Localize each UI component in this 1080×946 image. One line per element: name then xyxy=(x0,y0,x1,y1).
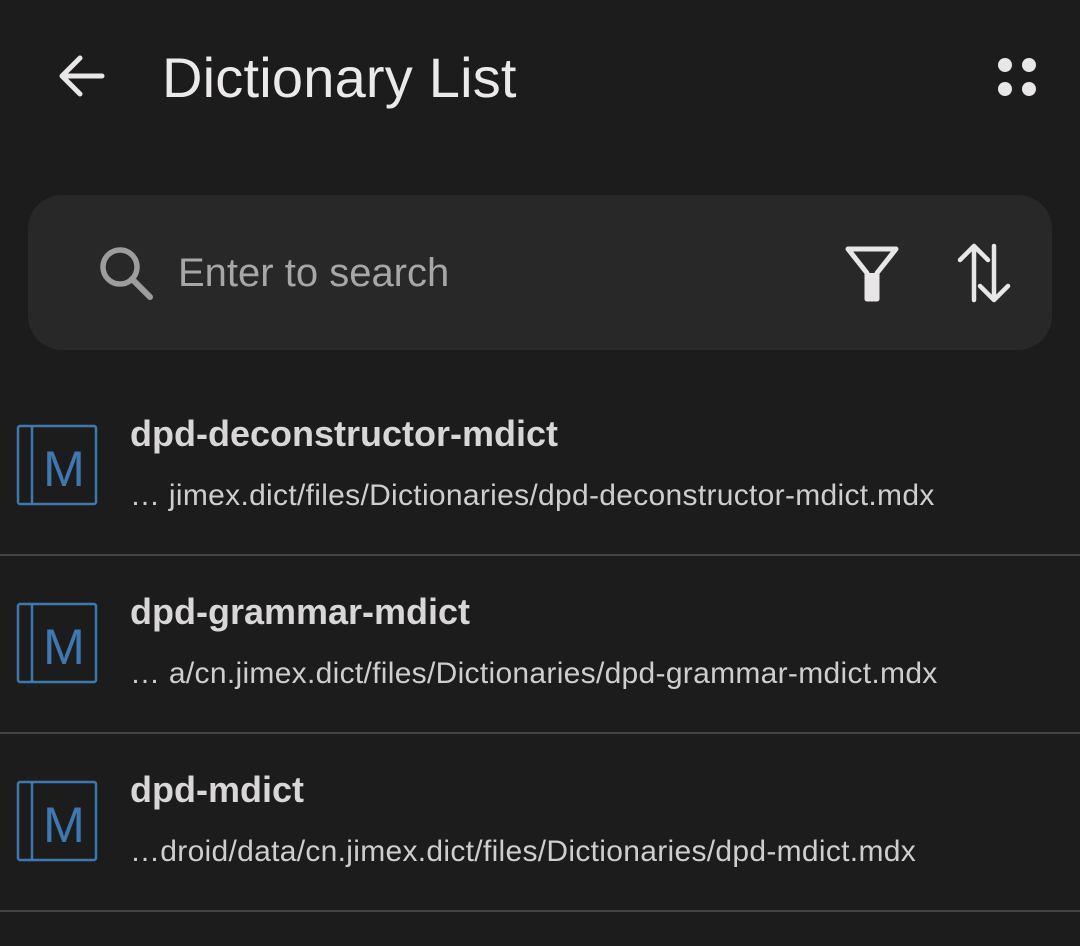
sort-arrows-icon xyxy=(957,243,1011,303)
svg-text:M: M xyxy=(43,619,85,675)
dictionary-list-screen: Dictionary List Enter to search M dpd-de… xyxy=(0,0,1080,946)
dictionary-path: … jimex.dict/files/Dictionaries/dpd-deco… xyxy=(130,479,935,512)
four-dots-icon xyxy=(998,58,1036,96)
sort-button[interactable] xyxy=(942,231,1026,315)
list-item[interactable]: M dpd-grammar-mdict … a/cn.jimex.dict/fi… xyxy=(0,556,1080,734)
dictionary-path: … a/cn.jimex.dict/files/Dictionaries/dpd… xyxy=(130,657,938,690)
list-item[interactable]: M dpd-deconstructor-mdict … jimex.dict/f… xyxy=(0,378,1080,556)
search-icon xyxy=(100,247,153,300)
svg-text:M: M xyxy=(43,441,85,497)
dictionary-list: M dpd-deconstructor-mdict … jimex.dict/f… xyxy=(0,378,1080,912)
mdict-m-icon: M xyxy=(16,424,98,506)
search-input[interactable] xyxy=(178,235,798,311)
filter-button[interactable] xyxy=(834,235,910,311)
back-button[interactable] xyxy=(50,44,114,108)
page-title: Dictionary List xyxy=(162,46,517,109)
filter-icon xyxy=(845,246,899,302)
arrow-left-icon xyxy=(59,55,105,97)
mdict-m-icon: M xyxy=(16,602,98,684)
dictionary-name: dpd-mdict xyxy=(130,769,304,810)
dictionary-name: dpd-grammar-mdict xyxy=(130,591,471,632)
search-bar xyxy=(28,195,1052,350)
list-item[interactable]: M dpd-mdict …droid/data/cn.jimex.dict/fi… xyxy=(0,734,1080,912)
dictionary-name: dpd-deconstructor-mdict xyxy=(130,413,558,454)
top-app-bar: Dictionary List xyxy=(0,0,1080,160)
mdict-m-icon: M xyxy=(16,780,98,862)
dictionary-path: …droid/data/cn.jimex.dict/files/Dictiona… xyxy=(130,835,917,868)
svg-text:M: M xyxy=(43,797,85,853)
more-options-button[interactable] xyxy=(984,44,1050,110)
